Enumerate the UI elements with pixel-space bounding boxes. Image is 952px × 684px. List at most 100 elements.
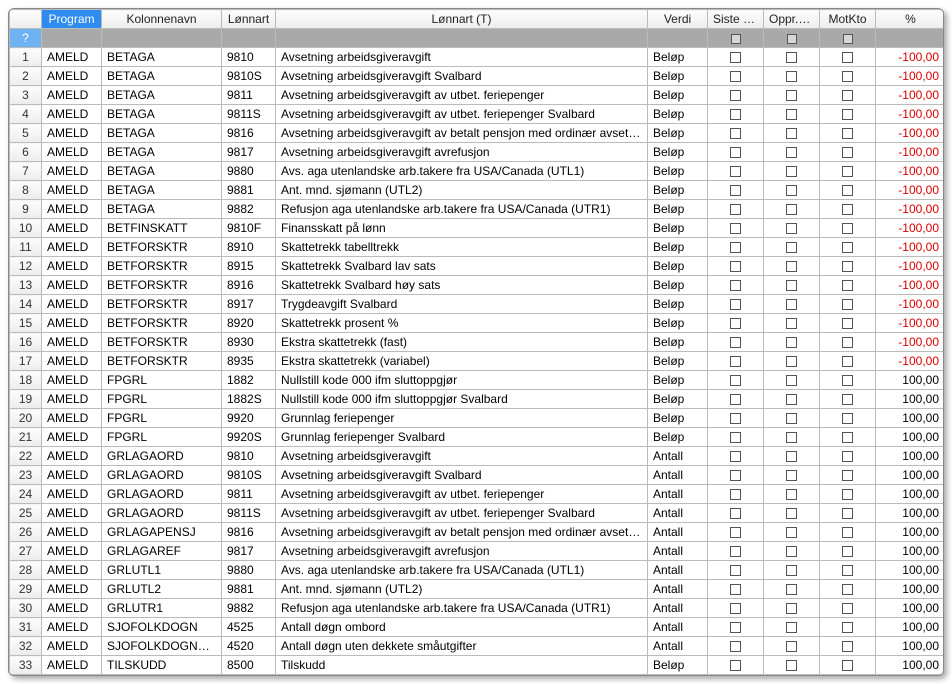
filter-kolonnenavn[interactable] [102, 29, 222, 48]
cell-pct[interactable]: -100,00 [876, 219, 945, 238]
cell-oppr-per-checkbox[interactable] [764, 124, 820, 143]
table-row[interactable]: 26AMELDGRLAGAPENSJ9816Avsetning arbeidsg… [10, 523, 945, 542]
cell-verdi[interactable]: Antall [648, 542, 708, 561]
cell-kolonnenavn[interactable]: TILSKUDD [102, 656, 222, 675]
table-row[interactable]: 18AMELDFPGRL1882Nullstill kode 000 ifm s… [10, 371, 945, 390]
cell-lonnart-t[interactable]: Antall døgn ombord [276, 618, 648, 637]
cell-kolonnenavn[interactable]: BETFORSKTR [102, 314, 222, 333]
cell-lonnart[interactable]: 9816 [222, 124, 276, 143]
row-number[interactable]: 19 [10, 390, 42, 409]
cell-verdi[interactable]: Antall [648, 504, 708, 523]
cell-siste-per-checkbox[interactable] [708, 86, 764, 105]
table-row[interactable]: 6AMELDBETAGA9817Avsetning arbeidsgiverav… [10, 143, 945, 162]
cell-pct[interactable]: -100,00 [876, 257, 945, 276]
row-number[interactable]: 31 [10, 618, 42, 637]
row-number[interactable]: 27 [10, 542, 42, 561]
table-row[interactable]: 31AMELDSJOFOLKDOGN4525Antall døgn ombord… [10, 618, 945, 637]
filter-siste-per[interactable] [708, 29, 764, 48]
cell-verdi[interactable]: Beløp [648, 48, 708, 67]
cell-kolonnenavn[interactable]: BETFORSKTR [102, 295, 222, 314]
row-number[interactable]: 15 [10, 314, 42, 333]
cell-lonnart[interactable]: 9880 [222, 561, 276, 580]
cell-motkto-checkbox[interactable] [820, 295, 876, 314]
row-number[interactable]: 17 [10, 352, 42, 371]
cell-lonnart[interactable]: 8910 [222, 238, 276, 257]
cell-kolonnenavn[interactable]: GRLAGAREF [102, 542, 222, 561]
cell-oppr-per-checkbox[interactable] [764, 390, 820, 409]
cell-motkto-checkbox[interactable] [820, 181, 876, 200]
cell-lonnart[interactable]: 8916 [222, 276, 276, 295]
filter-lonnart-t[interactable] [276, 29, 648, 48]
cell-pct[interactable]: 100,00 [876, 618, 945, 637]
header-program[interactable]: Program [42, 10, 102, 29]
cell-program[interactable]: AMELD [42, 219, 102, 238]
cell-motkto-checkbox[interactable] [820, 580, 876, 599]
cell-program[interactable]: AMELD [42, 105, 102, 124]
cell-program[interactable]: AMELD [42, 48, 102, 67]
cell-lonnart[interactable]: 8915 [222, 257, 276, 276]
cell-lonnart-t[interactable]: Nullstill kode 000 ifm sluttoppgjør [276, 371, 648, 390]
cell-lonnart[interactable]: 8930 [222, 333, 276, 352]
cell-siste-per-checkbox[interactable] [708, 333, 764, 352]
table-row[interactable]: 17AMELDBETFORSKTR8935Ekstra skattetrekk … [10, 352, 945, 371]
row-number[interactable]: 9 [10, 200, 42, 219]
filter-row[interactable]: ? [10, 29, 945, 48]
cell-lonnart-t[interactable]: Skattetrekk Svalbard høy sats [276, 276, 648, 295]
row-number[interactable]: 24 [10, 485, 42, 504]
cell-oppr-per-checkbox[interactable] [764, 314, 820, 333]
cell-lonnart[interactable]: 9920S [222, 428, 276, 447]
cell-lonnart-t[interactable]: Avsetning arbeidsgiveravgift Svalbard [276, 466, 648, 485]
cell-siste-per-checkbox[interactable] [708, 276, 764, 295]
header-verdi[interactable]: Verdi [648, 10, 708, 29]
cell-program[interactable]: AMELD [42, 181, 102, 200]
cell-kolonnenavn[interactable]: BETAGA [102, 181, 222, 200]
table-row[interactable]: 28AMELDGRLUTL19880Avs. aga utenlandske a… [10, 561, 945, 580]
cell-oppr-per-checkbox[interactable] [764, 295, 820, 314]
cell-siste-per-checkbox[interactable] [708, 409, 764, 428]
cell-lonnart[interactable]: 9880 [222, 162, 276, 181]
cell-siste-per-checkbox[interactable] [708, 447, 764, 466]
row-number[interactable]: 11 [10, 238, 42, 257]
cell-kolonnenavn[interactable]: GRLAGAORD [102, 504, 222, 523]
row-number[interactable]: 2 [10, 67, 42, 86]
row-number[interactable]: 22 [10, 447, 42, 466]
row-number[interactable]: 14 [10, 295, 42, 314]
cell-lonnart-t[interactable]: Grunnlag feriepenger [276, 409, 648, 428]
cell-motkto-checkbox[interactable] [820, 314, 876, 333]
cell-oppr-per-checkbox[interactable] [764, 352, 820, 371]
cell-verdi[interactable]: Beløp [648, 143, 708, 162]
cell-oppr-per-checkbox[interactable] [764, 656, 820, 675]
cell-pct[interactable]: 100,00 [876, 466, 945, 485]
cell-lonnart-t[interactable]: Nullstill kode 000 ifm sluttoppgjør Sval… [276, 390, 648, 409]
table-row[interactable]: 33AMELDTILSKUDD8500TilskuddBeløp100,00 [10, 656, 945, 675]
cell-pct[interactable]: -100,00 [876, 352, 945, 371]
cell-lonnart[interactable]: 9816 [222, 523, 276, 542]
cell-siste-per-checkbox[interactable] [708, 352, 764, 371]
cell-verdi[interactable]: Beløp [648, 162, 708, 181]
cell-program[interactable]: AMELD [42, 447, 102, 466]
row-number[interactable]: 28 [10, 561, 42, 580]
table-row[interactable]: 32AMELDSJOFOLKDOGNUTEN4520Antall døgn ut… [10, 637, 945, 656]
table-row[interactable]: 3AMELDBETAGA9811Avsetning arbeidsgiverav… [10, 86, 945, 105]
cell-lonnart-t[interactable]: Tilskudd [276, 656, 648, 675]
cell-motkto-checkbox[interactable] [820, 485, 876, 504]
cell-motkto-checkbox[interactable] [820, 162, 876, 181]
cell-verdi[interactable]: Beløp [648, 333, 708, 352]
header-lonnart-t[interactable]: Lønnart (T) [276, 10, 648, 29]
cell-motkto-checkbox[interactable] [820, 105, 876, 124]
cell-siste-per-checkbox[interactable] [708, 561, 764, 580]
cell-lonnart-t[interactable]: Trygdeavgift Svalbard [276, 295, 648, 314]
cell-kolonnenavn[interactable]: GRLUTL2 [102, 580, 222, 599]
cell-lonnart-t[interactable]: Ant. mnd. sjømann (UTL2) [276, 181, 648, 200]
row-number[interactable]: 7 [10, 162, 42, 181]
cell-verdi[interactable]: Beløp [648, 124, 708, 143]
cell-lonnart-t[interactable]: Skattetrekk prosent % [276, 314, 648, 333]
cell-oppr-per-checkbox[interactable] [764, 67, 820, 86]
cell-verdi[interactable]: Beløp [648, 238, 708, 257]
row-number[interactable]: 33 [10, 656, 42, 675]
cell-siste-per-checkbox[interactable] [708, 542, 764, 561]
filter-lonnart[interactable] [222, 29, 276, 48]
cell-verdi[interactable]: Beløp [648, 67, 708, 86]
cell-siste-per-checkbox[interactable] [708, 599, 764, 618]
cell-motkto-checkbox[interactable] [820, 428, 876, 447]
